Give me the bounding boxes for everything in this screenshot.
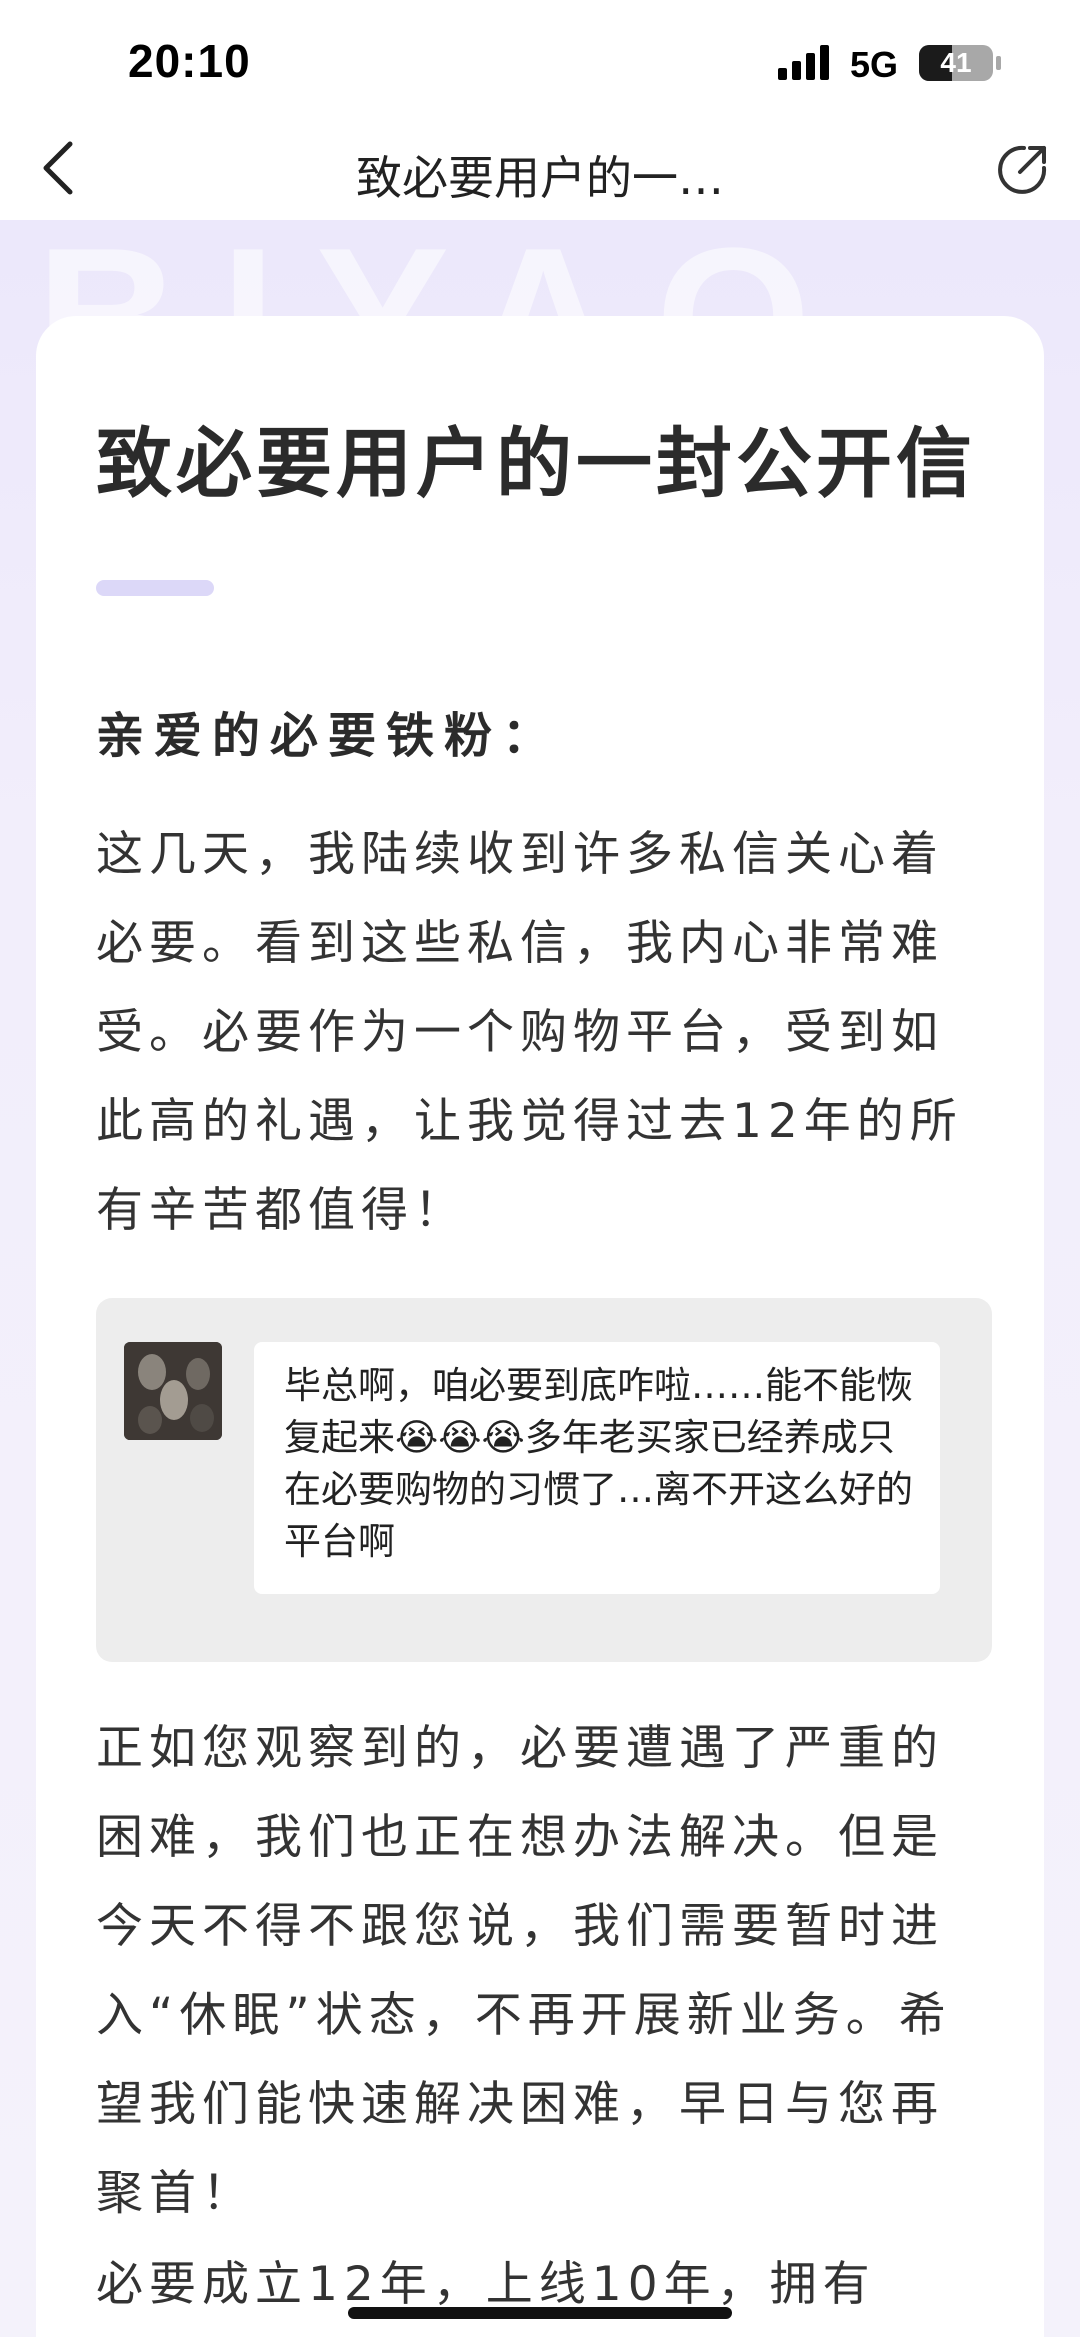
signal-icon [778,45,829,80]
article-card: 致必要用户的一封公开信 亲爱的必要铁粉： 这几天，我陆续收到许多私信关心着必要。… [36,316,1044,2337]
message-text: 毕总啊，咱必要到底咋啦……能不能恢复起来😭😭😭多年老买家已经养成只在必要购物的习… [284,1364,913,1563]
avatar [124,1342,222,1440]
article-paragraph-3: 必要成立12年，上线10年，拥有3500 [96,2257,876,2312]
nav-title: 致必要用户的一… [356,151,724,205]
article-title: 致必要用户的一封公开信 [96,419,976,508]
status-time: 20:10 [128,35,251,87]
home-indicator[interactable] [348,2307,732,2319]
back-arrow-icon[interactable] [30,136,90,200]
message-bubble: 毕总啊，咱必要到底咋啦……能不能恢复起来😭😭😭多年老买家已经养成只在必要购物的习… [254,1342,940,1594]
screen: 20:10 5G 41 致必要用户的一… BIYAO 致必要用 [0,0,1080,2337]
article-paragraph-1: 这几天，我陆续收到许多私信关心着必要。看到这些私信，我内心非常难受。必要作为一个… [96,827,963,1238]
title-accent-bar [96,580,214,596]
battery-level: 41 [940,47,972,78]
share-icon[interactable] [994,142,1050,198]
article-greeting: 亲爱的必要铁粉： [96,708,561,764]
network-label: 5G [850,44,899,85]
quoted-message: 毕总啊，咱必要到底咋啦……能不能恢复起来😭😭😭多年老买家已经养成只在必要购物的习… [96,1298,992,1662]
status-bar: 20:10 5G 41 [0,0,1080,120]
avatar-image [124,1342,222,1440]
article-paragraph-2: 正如您观察到的，必要遭遇了严重的困难，我们也正在想办法解决。但是今天不得不跟您说… [96,1721,952,2221]
